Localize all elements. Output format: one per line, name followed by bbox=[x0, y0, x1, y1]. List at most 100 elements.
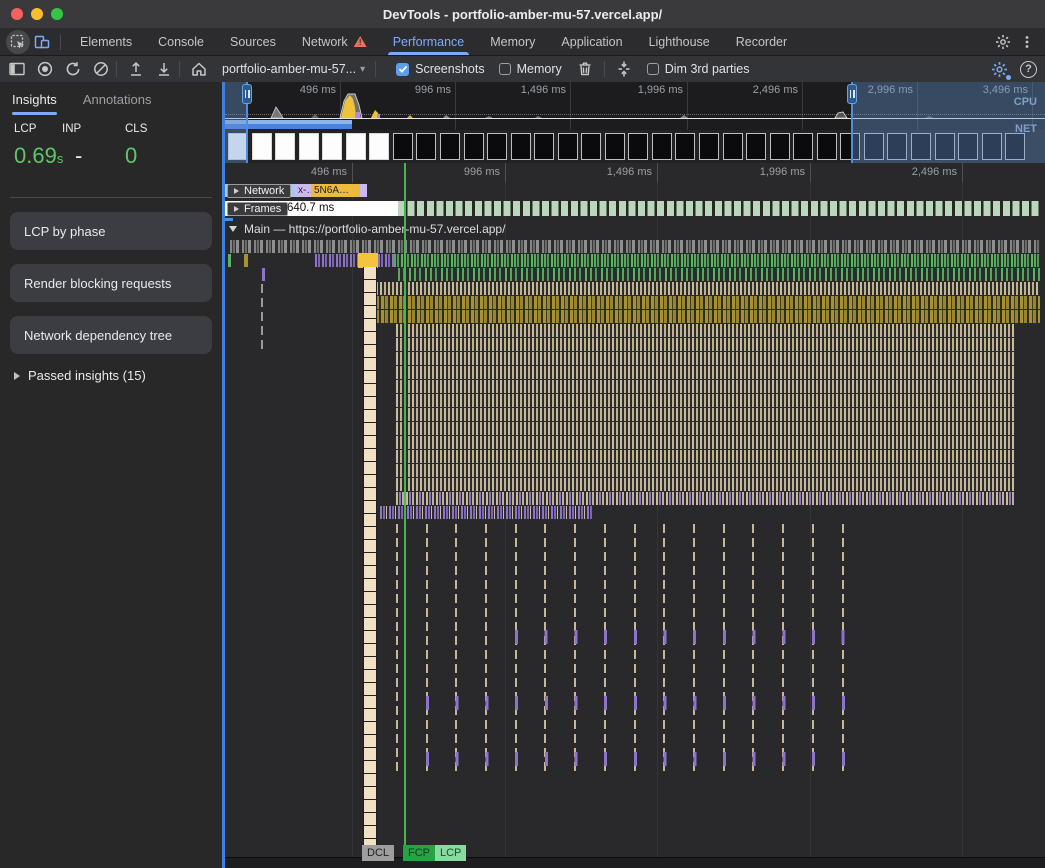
screenshot-thumbnail[interactable] bbox=[699, 133, 719, 160]
screenshot-thumbnail[interactable] bbox=[252, 133, 272, 160]
flame-row-segment bbox=[372, 282, 1040, 295]
performance-timeline: 496 ms996 ms1,496 ms1,996 ms2,496 ms2,99… bbox=[225, 82, 1045, 868]
frames-strip[interactable] bbox=[398, 201, 1040, 216]
flame-sparse-column bbox=[544, 524, 546, 774]
flame-sparse-column bbox=[574, 524, 576, 774]
selection-right-handle[interactable] bbox=[847, 84, 857, 104]
collect-garbage-icon[interactable] bbox=[576, 60, 594, 78]
screenshot-thumbnail[interactable] bbox=[628, 133, 648, 160]
tab-elements[interactable]: Elements bbox=[67, 28, 145, 55]
screenshot-thumbnail[interactable] bbox=[416, 133, 436, 160]
throttling-icon[interactable] bbox=[615, 60, 633, 78]
tab-network[interactable]: Network! bbox=[289, 28, 380, 55]
screenshot-thumbnail[interactable] bbox=[369, 133, 389, 160]
screenshot-thumbnail[interactable] bbox=[652, 133, 672, 160]
clear-recording-icon[interactable] bbox=[92, 60, 110, 78]
flame-row-segment bbox=[261, 284, 263, 293]
memory-label: Memory bbox=[517, 62, 562, 76]
network-request-bar[interactable]: 5N6A… bbox=[311, 184, 360, 197]
flame-row-segment bbox=[315, 254, 358, 267]
screenshot-thumbnail[interactable] bbox=[393, 133, 413, 160]
tab-label: Recorder bbox=[736, 35, 787, 49]
memory-checkbox[interactable] bbox=[499, 63, 511, 75]
tab-label: Sources bbox=[230, 35, 276, 49]
tab-label: Console bbox=[158, 35, 204, 49]
screenshot-thumbnail[interactable] bbox=[511, 133, 531, 160]
close-window-button[interactable] bbox=[11, 8, 23, 20]
divider bbox=[375, 61, 376, 77]
insight-card-render-blocking[interactable]: Render blocking requests bbox=[10, 264, 212, 302]
flame-sparse-column bbox=[426, 524, 428, 774]
flame-sparse-column bbox=[396, 524, 398, 774]
insight-card-network-tree[interactable]: Network dependency tree bbox=[10, 316, 212, 354]
timeline-ruler[interactable]: 496 ms996 ms1,496 ms1,996 ms2,496 ms bbox=[225, 163, 1045, 182]
history-page-select[interactable]: portfolio-amber-mu-57... ▾ bbox=[222, 62, 365, 76]
screenshot-thumbnail[interactable] bbox=[605, 133, 625, 160]
tab-performance[interactable]: Performance bbox=[380, 28, 478, 55]
screenshot-thumbnail[interactable] bbox=[322, 133, 342, 160]
metric-cls[interactable]: CLS 0 bbox=[125, 123, 147, 169]
selection-left-handle[interactable] bbox=[242, 84, 252, 104]
ruler-tick-label: 1,496 ms bbox=[577, 166, 652, 178]
screenshot-thumbnail[interactable] bbox=[534, 133, 554, 160]
passed-insights-toggle[interactable]: Passed insights (15) bbox=[14, 368, 212, 383]
screenshot-thumbnail[interactable] bbox=[299, 133, 319, 160]
more-options-kebab-icon[interactable] bbox=[1015, 30, 1039, 54]
tab-label: Elements bbox=[80, 35, 132, 49]
tab-console[interactable]: Console bbox=[145, 28, 217, 55]
tab-sources[interactable]: Sources bbox=[217, 28, 289, 55]
tab-recorder[interactable]: Recorder bbox=[723, 28, 800, 55]
help-icon[interactable]: ? bbox=[1020, 61, 1037, 78]
network-request-bar[interactable] bbox=[360, 184, 367, 197]
zoom-window-button[interactable] bbox=[51, 8, 63, 20]
tab-memory[interactable]: Memory bbox=[477, 28, 548, 55]
capture-settings-gear-icon[interactable] bbox=[991, 61, 1008, 78]
network-request-bar[interactable]: x-… bbox=[295, 184, 311, 197]
insight-card-lcp-by-phase[interactable]: LCP by phase bbox=[10, 212, 212, 250]
metric-inp[interactable]: INP - bbox=[62, 123, 82, 169]
screenshot-thumbnail[interactable] bbox=[723, 133, 743, 160]
minimize-window-button[interactable] bbox=[31, 8, 43, 20]
metric-lcp[interactable]: LCP 0.69s bbox=[14, 123, 63, 169]
fcp-marker-line bbox=[404, 163, 406, 845]
home-icon[interactable] bbox=[190, 60, 208, 78]
insight-card-label: LCP by phase bbox=[24, 224, 105, 239]
flame-sparse-column bbox=[604, 524, 606, 774]
tab-annotations[interactable]: Annotations bbox=[83, 92, 152, 115]
screenshot-thumbnail[interactable] bbox=[275, 133, 295, 160]
dim-3rd-parties-checkbox[interactable] bbox=[647, 63, 659, 75]
tab-lighthouse[interactable]: Lighthouse bbox=[636, 28, 723, 55]
flame-row-segment bbox=[396, 380, 1014, 393]
screenshot-thumbnail[interactable] bbox=[558, 133, 578, 160]
screenshots-checkbox[interactable] bbox=[396, 63, 409, 76]
tab-application[interactable]: Application bbox=[548, 28, 635, 55]
frames-track-toggle[interactable]: Frames bbox=[227, 202, 288, 216]
flame-row-segment bbox=[244, 254, 248, 267]
settings-gear-icon[interactable] bbox=[991, 30, 1015, 54]
toggle-sidebar-icon[interactable] bbox=[8, 60, 26, 78]
screenshot-thumbnail[interactable] bbox=[487, 133, 507, 160]
tab-insights[interactable]: Insights bbox=[12, 92, 57, 115]
main-track-header[interactable]: Main — https://portfolio-amber-mu-57.ver… bbox=[225, 217, 1045, 238]
record-button[interactable] bbox=[36, 60, 54, 78]
flame-row-segment bbox=[396, 394, 1014, 407]
screenshot-thumbnail[interactable] bbox=[770, 133, 790, 160]
device-toolbar-icon[interactable] bbox=[30, 30, 54, 54]
save-profile-icon[interactable] bbox=[155, 60, 173, 78]
screenshot-thumbnail[interactable] bbox=[746, 133, 766, 160]
screenshot-thumbnail[interactable] bbox=[464, 133, 484, 160]
screenshot-thumbnail[interactable] bbox=[675, 133, 695, 160]
load-profile-icon[interactable] bbox=[127, 60, 145, 78]
network-request-label: 5N6A… bbox=[311, 184, 360, 197]
chevron-right-icon bbox=[234, 188, 239, 194]
devtools-tab-strip: Elements Console Sources Network!Performanc… bbox=[67, 28, 800, 55]
screenshot-thumbnail[interactable] bbox=[581, 133, 601, 160]
inspect-element-icon[interactable] bbox=[6, 30, 30, 54]
screenshot-thumbnail[interactable] bbox=[346, 133, 366, 160]
screenshot-thumbnail[interactable] bbox=[817, 133, 837, 160]
record-and-reload-button[interactable] bbox=[64, 60, 82, 78]
flame-sparse-column bbox=[455, 524, 457, 774]
screenshot-thumbnail[interactable] bbox=[440, 133, 460, 160]
screenshot-thumbnail[interactable] bbox=[793, 133, 813, 160]
network-track-toggle[interactable]: Network bbox=[227, 184, 291, 198]
